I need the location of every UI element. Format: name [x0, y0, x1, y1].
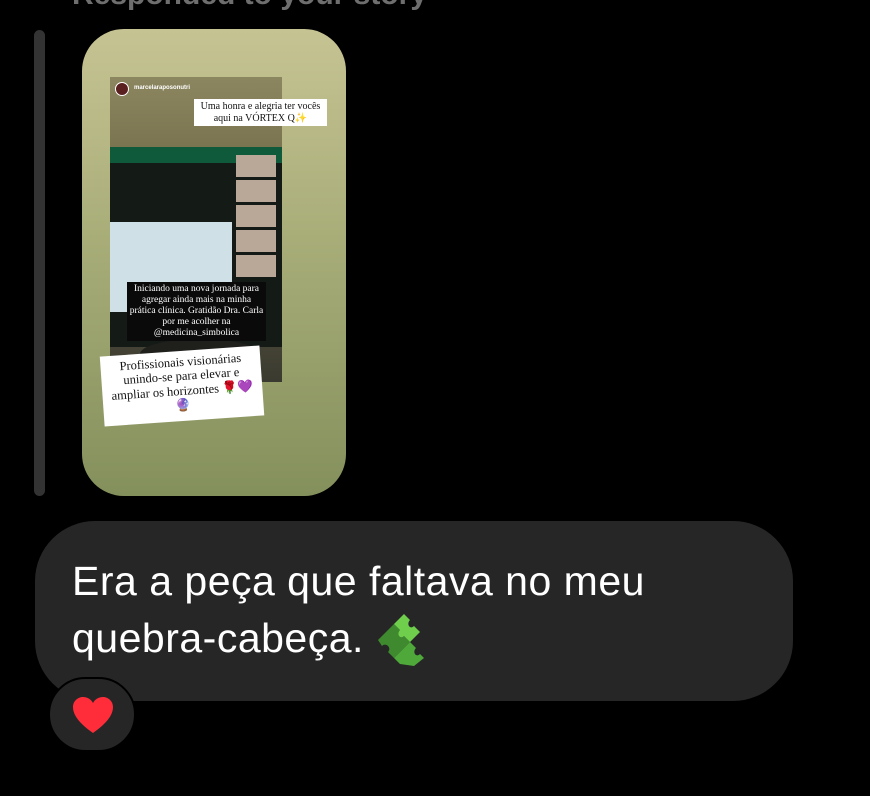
story-preview[interactable]: marcelaraposonutri Uma honra e alegria t… — [82, 29, 346, 496]
avatar — [115, 82, 129, 96]
story-reply-header: Responded to your story — [72, 0, 427, 12]
video-tile — [236, 180, 276, 202]
message-text: Era a peça que faltava no meu quebra-cab… — [72, 558, 645, 661]
video-tile — [236, 230, 276, 252]
story-username: marcelaraposonutri — [134, 85, 191, 91]
reply-indicator-bar — [34, 30, 45, 496]
reaction-badge[interactable] — [48, 677, 136, 752]
heart-icon — [73, 697, 113, 733]
message-text-wrap: Era a peça que faltava no meu quebra-cab… — [72, 553, 772, 667]
video-tile — [236, 155, 276, 177]
story-caption-top: Uma honra e alegria ter vocês aqui na VÓ… — [194, 99, 327, 126]
video-tile — [236, 255, 276, 277]
story-caption-bottom: Profissionais visionárias unindo-se para… — [99, 345, 265, 426]
video-tile — [236, 205, 276, 227]
story-caption-middle: Iniciando uma nova jornada para agregar … — [127, 282, 266, 341]
puzzle-piece-icon — [370, 610, 430, 666]
message-bubble[interactable]: Era a peça que faltava no meu quebra-cab… — [35, 521, 793, 701]
